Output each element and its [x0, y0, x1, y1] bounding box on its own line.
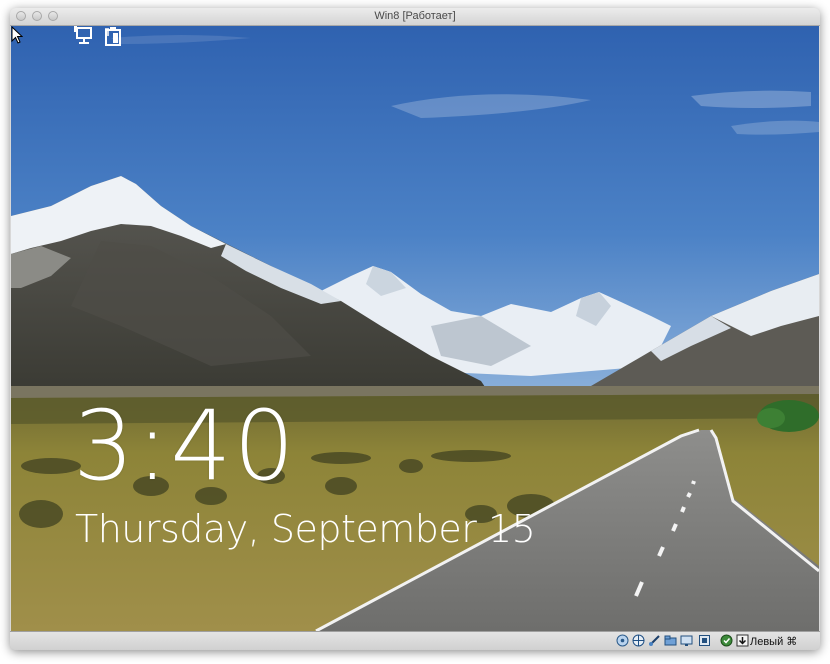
battery-icon: [105, 27, 121, 46]
lockscreen-date: Thursday, September 15: [75, 507, 536, 551]
vm-status-bar: Левый ⌘: [10, 631, 820, 650]
mouse-pointer-icon: [11, 26, 23, 44]
network-icon: [74, 26, 92, 44]
title-bar[interactable]: Win8 [Работает]: [10, 8, 820, 26]
usb-icon[interactable]: [648, 634, 661, 647]
network-adapter-icon[interactable]: [698, 634, 711, 647]
hard-disk-icon[interactable]: [616, 634, 629, 647]
host-key-label: Левый ⌘: [750, 636, 798, 648]
vm-display[interactable]: 3:40 Thursday, September 15: [11, 26, 819, 631]
display-icon[interactable]: [680, 634, 693, 647]
virtual-machine-window: Win8 [Работает] 3:40 Thursday, September…: [10, 8, 820, 650]
shared-folders-icon[interactable]: [664, 634, 677, 647]
capture-icon[interactable]: [720, 634, 733, 647]
optical-drive-icon[interactable]: [632, 634, 645, 647]
lockscreen-clock: 3:40: [73, 390, 297, 502]
window-title: Win8 [Работает]: [374, 10, 456, 22]
download-icon[interactable]: [736, 634, 749, 647]
